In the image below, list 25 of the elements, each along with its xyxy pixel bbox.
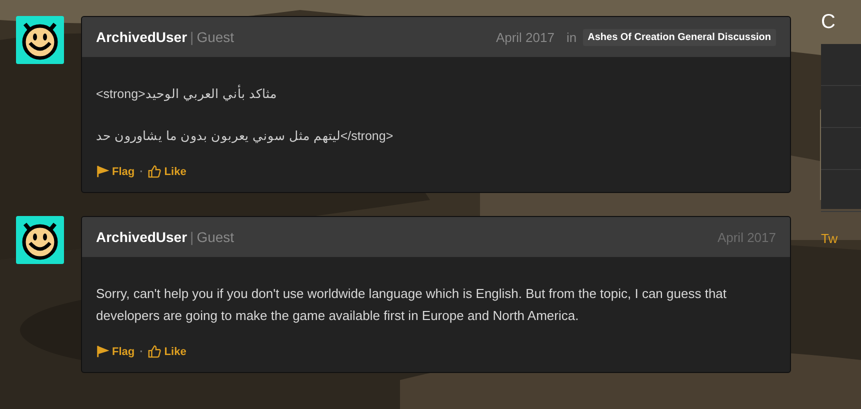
separator-dot: ·	[140, 346, 144, 358]
avatar-icon[interactable]	[16, 16, 64, 64]
author-name[interactable]: ArchivedUser	[96, 29, 188, 45]
thumbs-up-icon	[148, 345, 162, 358]
author-name[interactable]: ArchivedUser	[96, 229, 188, 245]
avatar-icon[interactable]	[16, 216, 64, 264]
flag-icon	[96, 165, 109, 178]
flag-button[interactable]: Flag	[96, 345, 135, 358]
post-text: ليتهم مثل سوني يعربون بدون ما يشاورون حد</strong>	[96, 128, 394, 145]
flag-icon	[96, 345, 109, 358]
flag-button[interactable]: Flag	[96, 165, 135, 178]
user-role: Guest	[196, 229, 234, 245]
in-label: in	[566, 30, 577, 44]
sidebar-heading: C	[821, 10, 836, 34]
sidebar-link[interactable]: Tw	[821, 231, 861, 246]
separator-dot: ·	[140, 166, 144, 178]
like-button[interactable]: Like	[148, 345, 186, 358]
post-text: <strong>مثاكد بأني العربي الوحيد	[96, 83, 776, 105]
pipe-separator-text: |	[190, 29, 194, 45]
user-role: Guest	[196, 29, 234, 45]
post-text: Sorry, can't help you if you don't use worldwide language which is English. But from the topic, I can guess that developers are going to make the game available first in Europe and North America.	[96, 285, 728, 325]
thumbs-up-icon	[148, 165, 162, 178]
pipe-separator-text: |	[190, 229, 194, 245]
category-tag[interactable]: Ashes Of Creation General Discussion	[582, 28, 776, 46]
like-button[interactable]: Like	[148, 165, 186, 178]
